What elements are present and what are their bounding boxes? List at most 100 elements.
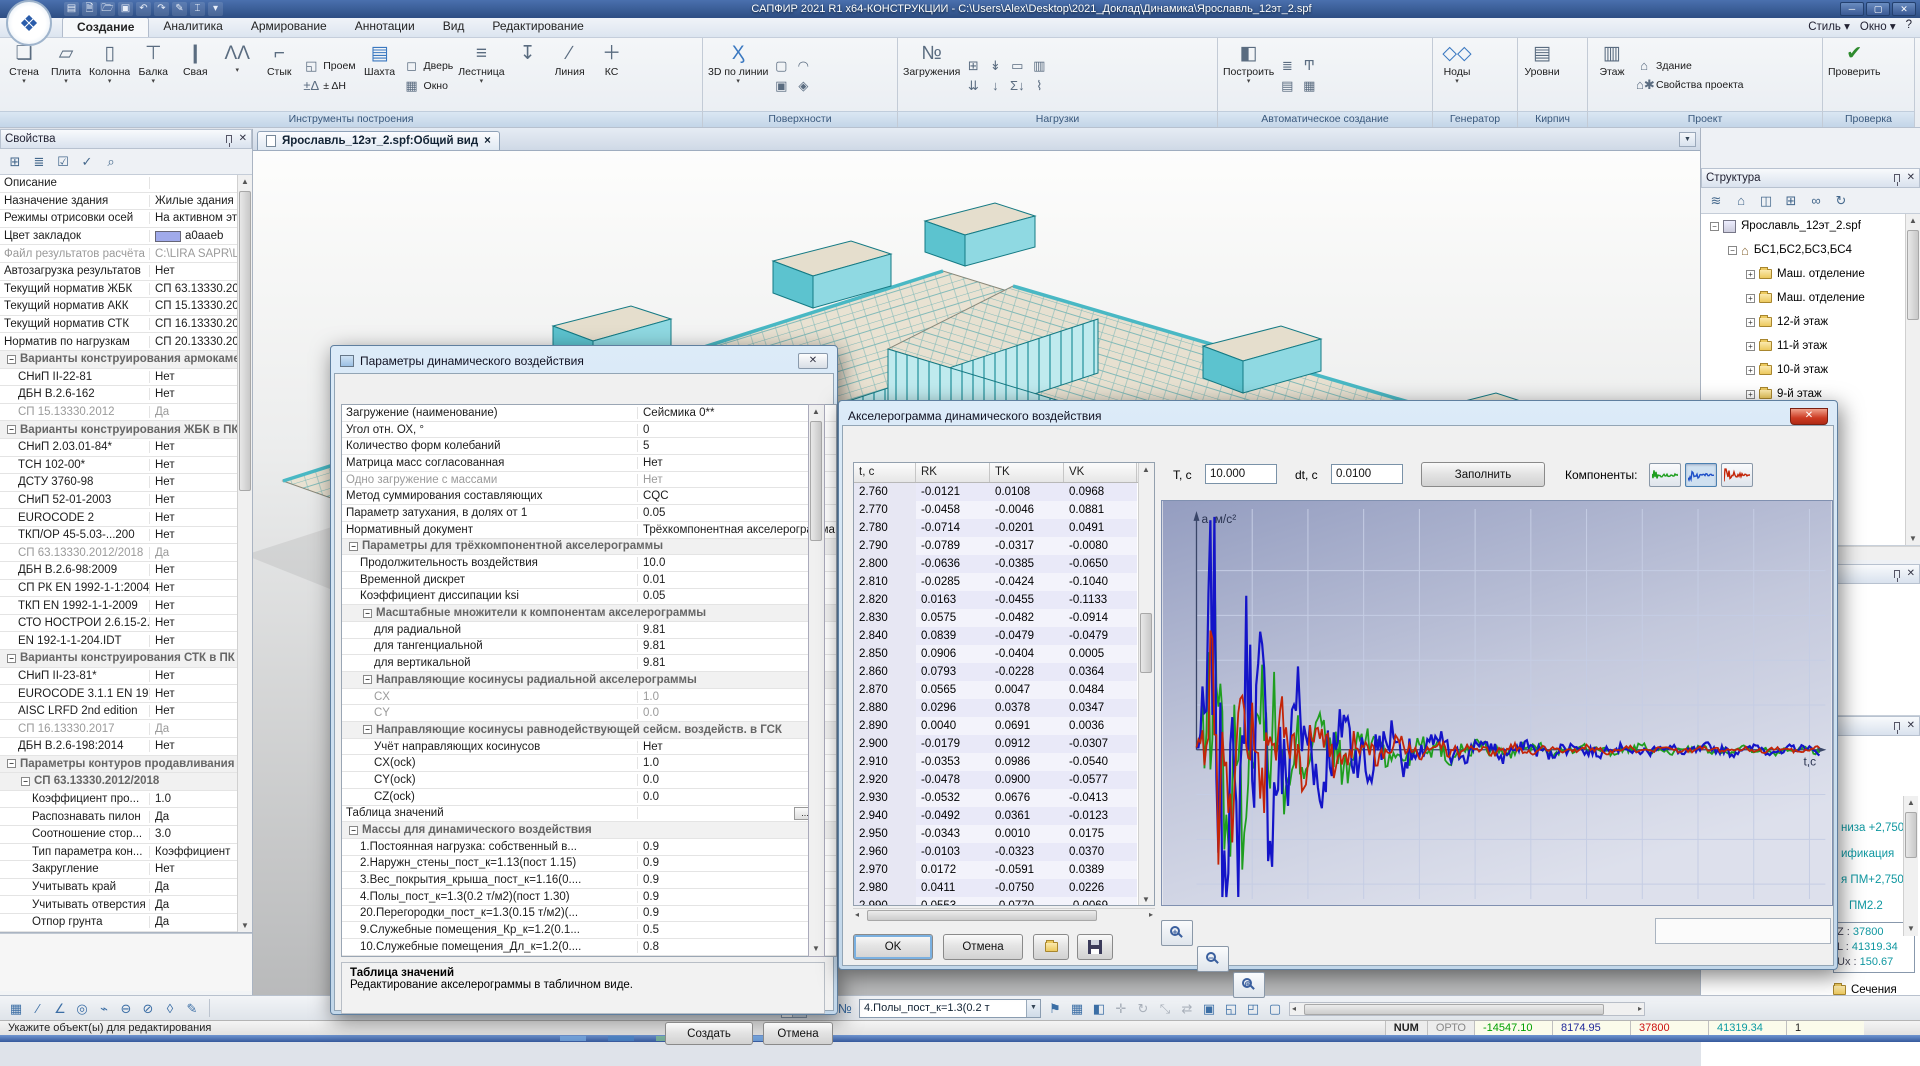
- table-row[interactable]: 2.960-0.0103-0.03230.0370: [854, 843, 1154, 861]
- collapse-toggle[interactable]: −: [7, 425, 16, 434]
- ribbon-button-Дверь[interactable]: ◻Дверь: [404, 58, 454, 74]
- num-indicator[interactable]: NUM: [1385, 1021, 1427, 1036]
- expand-toggle[interactable]: +: [1746, 390, 1755, 399]
- ribbon-button-КС[interactable]: ＋КС: [591, 40, 633, 111]
- collapse-toggle[interactable]: −: [21, 777, 30, 786]
- ribbon-button-load-vehicle-icon[interactable]: ▭: [1009, 58, 1025, 74]
- property-row[interactable]: Коэффициент диссипации ksi0.05: [342, 589, 836, 606]
- ribbon-button-Свойства проекта[interactable]: ⌂✱Свойства проекта: [1636, 77, 1743, 93]
- new-doc-icon[interactable]: 🗎: [82, 2, 97, 16]
- expand-toggle[interactable]: +: [1746, 342, 1755, 351]
- property-row[interactable]: Отпор грунтаДа: [0, 914, 252, 932]
- table-hscrollbar[interactable]: ◂ ▸: [853, 908, 1155, 922]
- property-row[interactable]: −Параметры контуров продавливания: [0, 756, 252, 774]
- ribbon-button-build-copy-icon[interactable]: ▤: [1279, 78, 1295, 94]
- property-row[interactable]: СП 16.13330.2017Да: [0, 720, 252, 738]
- property-row[interactable]: ТСН 102-00*Нет: [0, 457, 252, 475]
- tree-item[interactable]: +11-й этаж: [1701, 334, 1920, 358]
- ribbon-button-Проем[interactable]: ◱Проем: [303, 58, 355, 74]
- property-row[interactable]: СП 15.13330.2012Да: [0, 404, 252, 422]
- property-row[interactable]: EUROCODE 3.1.1 EN 19...Нет: [0, 685, 252, 703]
- expand-toggle[interactable]: +: [1746, 270, 1755, 279]
- property-row[interactable]: Параметр затухания, в долях от 10.05: [342, 505, 836, 522]
- property-row[interactable]: ДСТУ 3760-98Нет: [0, 474, 252, 492]
- close-button[interactable]: ✕: [1892, 2, 1916, 16]
- property-row[interactable]: Учитывать отверстияДа: [0, 896, 252, 914]
- fill-button[interactable]: Заполнить: [1421, 462, 1545, 487]
- table-row[interactable]: 2.8900.00400.06910.0036: [854, 717, 1154, 735]
- ribbon-button-Колонна[interactable]: ▯Колонна▾: [87, 40, 132, 111]
- dialog-title-bar[interactable]: Параметры динамического воздействия ✕: [334, 349, 834, 373]
- expand-toggle[interactable]: +: [1746, 294, 1755, 303]
- ribbon-button-load-sum-icon[interactable]: Σ↓: [1009, 78, 1025, 93]
- zoom-out-button[interactable]: −: [1197, 946, 1229, 972]
- table-vscrollbar[interactable]: ▲▼: [1138, 463, 1154, 906]
- unlock-icon[interactable]: ⊘: [138, 999, 158, 1018]
- ribbon-button-Здание[interactable]: ⌂Здание: [1636, 58, 1743, 73]
- property-row[interactable]: СНиП II-22-81Нет: [0, 369, 252, 387]
- property-row[interactable]: СНиП 52-01-2003Нет: [0, 492, 252, 510]
- ribbon-tab-Армирование[interactable]: Армирование: [237, 17, 341, 37]
- table-row[interactable]: 2.770-0.0458-0.00460.0881: [854, 501, 1154, 519]
- lock-icon[interactable]: ⊖: [116, 999, 136, 1018]
- property-row[interactable]: 9.Служебные помещения_Кр_к=1.2(0.1...0.5: [342, 922, 836, 939]
- panels-icon[interactable]: ▤: [64, 2, 79, 16]
- property-row[interactable]: 2.Наружн_стены_пост_к=1.13(пост 1.15)0.9: [342, 856, 836, 873]
- ribbon-button-3D по линии[interactable]: Ӽ3D по линии▾: [706, 40, 770, 111]
- property-row[interactable]: −Масштабные множители к компонентам аксе…: [342, 605, 836, 622]
- pin-icon[interactable]: [226, 135, 232, 143]
- collapse-toggle[interactable]: −: [7, 355, 16, 364]
- ribbon-button-build-spec-icon[interactable]: ▦: [1301, 78, 1317, 94]
- move-icon[interactable]: ✛: [1111, 999, 1131, 1018]
- property-row[interactable]: для тангенциальной9.81: [342, 639, 836, 656]
- component-vertical-toggle[interactable]: [1721, 463, 1753, 487]
- property-row[interactable]: СНиП 2.03.01-84*Нет: [0, 439, 252, 457]
- search-icon[interactable]: ⌕: [102, 153, 120, 171]
- ribbon-button-surface-wall-icon[interactable]: ▢: [773, 58, 789, 74]
- pin-icon[interactable]: [1894, 570, 1900, 578]
- property-row[interactable]: Загружение (наименование)Сейсмика 0**: [342, 405, 836, 422]
- expand-toggle[interactable]: +: [1746, 366, 1755, 375]
- property-row[interactable]: СП РК EN 1992-1-1:2004...Нет: [0, 580, 252, 598]
- property-row[interactable]: CZ(ock)0.0: [342, 789, 836, 806]
- property-row[interactable]: 10.Служебные помещения_Дл_к=1.2(0....0.8: [342, 939, 836, 956]
- ribbon-button-load-area-icon[interactable]: ⊞: [965, 58, 981, 74]
- win1-icon[interactable]: ▣: [1199, 999, 1219, 1018]
- dropdown-arrow-icon[interactable]: ▾: [736, 78, 740, 85]
- collapse-toggle[interactable]: −: [363, 609, 372, 618]
- ribbon-button-Построить[interactable]: ◧Построить▾: [1221, 40, 1276, 111]
- property-row[interactable]: CX1.0: [342, 689, 836, 706]
- close-icon[interactable]: ✕: [1907, 569, 1915, 579]
- save-icon[interactable]: ▣: [118, 2, 133, 16]
- ribbon-button-truss-icon[interactable]: ΛΛ▾: [216, 40, 258, 111]
- close-button[interactable]: ✕: [798, 353, 828, 369]
- table-row[interactable]: 2.930-0.05320.0676-0.0413: [854, 789, 1154, 807]
- help-button[interactable]: ?: [1906, 19, 1912, 33]
- property-row[interactable]: ДБН В.2.6-198:2014Нет: [0, 738, 252, 756]
- chart-hscrollbar[interactable]: ◂ ▸: [1289, 1002, 1645, 1016]
- dropdown-arrow-icon[interactable]: ▾: [480, 78, 484, 85]
- dropdown-arrow-icon[interactable]: ▾: [1247, 78, 1251, 85]
- expand-toggle[interactable]: −: [1728, 246, 1737, 255]
- property-row[interactable]: Описание: [0, 175, 252, 193]
- table-row[interactable]: 2.910-0.03530.0986-0.0540: [854, 753, 1154, 771]
- component-tangential-toggle[interactable]: [1685, 463, 1717, 487]
- ribbon-button-Загружения[interactable]: №Загружения: [901, 40, 962, 111]
- property-row[interactable]: Текущий норматив ЖБКСП 63.13330.2012/201…: [0, 281, 252, 299]
- tree-item[interactable]: −Ярославль_12эт_2.spf: [1701, 214, 1920, 238]
- ribbon-tab-Аннотации[interactable]: Аннотации: [341, 17, 429, 37]
- window-menu[interactable]: Окно ▾: [1860, 19, 1896, 33]
- ribbon-button-Окно[interactable]: ▦Окно: [404, 78, 454, 94]
- ribbon-button-surface-solid-icon[interactable]: ▣: [773, 78, 789, 94]
- property-row[interactable]: Матрица масс согласованнаяНет: [342, 455, 836, 472]
- apply-icon[interactable]: ✓: [78, 153, 96, 171]
- ribbon-button-Балка[interactable]: ⊤Балка▾: [132, 40, 174, 111]
- cancel-button[interactable]: Отмена: [943, 934, 1023, 960]
- line-snap-icon[interactable]: ∕: [28, 999, 48, 1018]
- property-row[interactable]: −СП 63.13330.2012/2018: [0, 773, 252, 791]
- property-row[interactable]: −Массы для динамического воздействия: [342, 822, 836, 839]
- property-row[interactable]: −Варианты конструирования ЖБК в ПК ЛИРА-…: [0, 421, 252, 439]
- pin-icon[interactable]: [1894, 722, 1900, 730]
- table-column-header[interactable]: VK: [1064, 463, 1137, 482]
- view-tab-close-icon[interactable]: ×: [484, 135, 491, 147]
